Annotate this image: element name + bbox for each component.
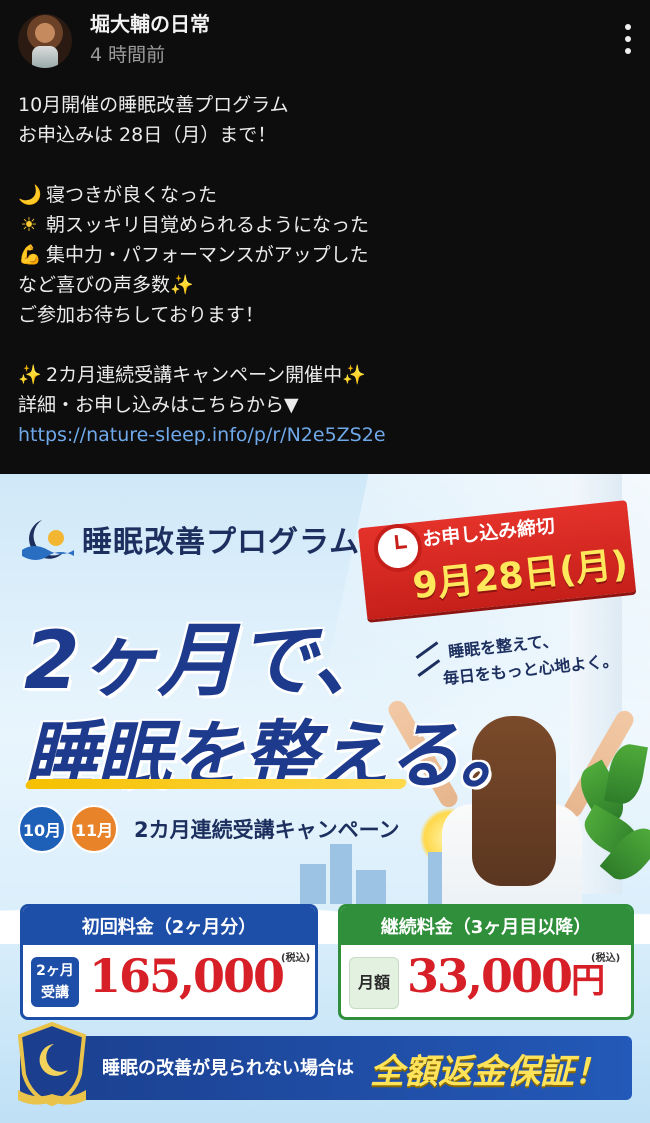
post-line: など喜びの声多数✨: [18, 270, 638, 300]
campaign-row: 10月 11月 2カ月連続受講キャンペーン: [18, 804, 400, 854]
sparkles-icon: ✨: [170, 274, 194, 296]
campaign-text: 2カ月連続受講キャンペーン: [134, 818, 400, 842]
promo-banner[interactable]: 睡眠改善プログラム お申し込み締切 9月28日(月) 睡眠を整えて、 毎日をもっ…: [0, 474, 650, 1123]
post-time: 4 時間前: [90, 44, 166, 66]
logo-text: 睡眠改善プログラム: [82, 525, 361, 560]
post-line: ☀ 朝スッキリ目覚められるようになった: [18, 210, 638, 240]
first-fee-tax: (税込): [281, 953, 311, 964]
post-link[interactable]: https://nature-sleep.info/p/r/N2e5ZS2e: [18, 420, 638, 450]
post-line: 🌙 寝つきが良くなった: [18, 180, 638, 210]
post-line: 10月開催の睡眠改善プログラム: [18, 94, 289, 116]
first-fee-title: 初回料金（2ヶ月分）: [23, 907, 315, 945]
sun-icon: ☀: [20, 214, 38, 236]
continuing-fee-title: 継続料金（3ヶ月目以降）: [341, 907, 631, 945]
avatar[interactable]: [18, 14, 72, 68]
more-vertical-icon[interactable]: [624, 24, 632, 54]
post-line: ご参加お待ちしております！: [18, 304, 264, 326]
continuing-fee-tag: 月額: [349, 957, 399, 1009]
moon-wave-logo-icon: [22, 520, 74, 560]
program-logo: 睡眠改善プログラム: [20, 514, 360, 564]
post-line: 💪 集中力・パフォーマンスがアップした: [18, 240, 638, 270]
first-fee-box: 初回料金（2ヶ月分） 2ヶ月受講 165,000円 (税込): [20, 904, 318, 1020]
month-badge-november: 11月: [70, 805, 118, 853]
sparkles-icon: ✨: [18, 364, 42, 386]
muscle-icon: 💪: [18, 244, 42, 266]
post-line: 詳細・お申し込みはこちらから▼: [18, 394, 299, 416]
guarantee-highlight: 全額返金保証！: [370, 1052, 608, 1092]
post-header: 堀大輔の日常 4 時間前: [0, 0, 650, 80]
guarantee-text: 睡眠の改善が見られない場合は: [102, 1058, 354, 1079]
headline-line-1: 2ヶ月で、: [24, 614, 392, 707]
month-badge-october: 10月: [18, 805, 66, 853]
continuing-fee-tax: (税込): [591, 953, 621, 964]
sparkles-icon: ✨: [342, 364, 366, 386]
author-name[interactable]: 堀大輔の日常: [90, 8, 210, 37]
post-body: 10月開催の睡眠改善プログラム お申込みは 28日（月）まで！ 🌙 寝つきが良くな…: [18, 90, 638, 450]
shield-moon-icon: [17, 1021, 87, 1107]
deadline-badge: お申し込み締切 9月28日(月): [352, 500, 642, 620]
post-line: ✨ 2カ月連続受講キャンペーン開催中✨: [18, 360, 638, 390]
moon-icon: 🌙: [18, 184, 42, 206]
first-fee-tag: 2ヶ月 受講: [31, 957, 79, 1007]
continuing-fee-amount: 33,000円: [407, 949, 605, 1003]
post-line: お申込みは 28日（月）まで！: [18, 124, 277, 146]
continuing-fee-box: 継続料金（3ヶ月目以降） 月額 33,000円 (税込): [338, 904, 634, 1020]
refund-guarantee-bar: 睡眠の改善が見られない場合は 全額返金保証！: [17, 1021, 632, 1107]
